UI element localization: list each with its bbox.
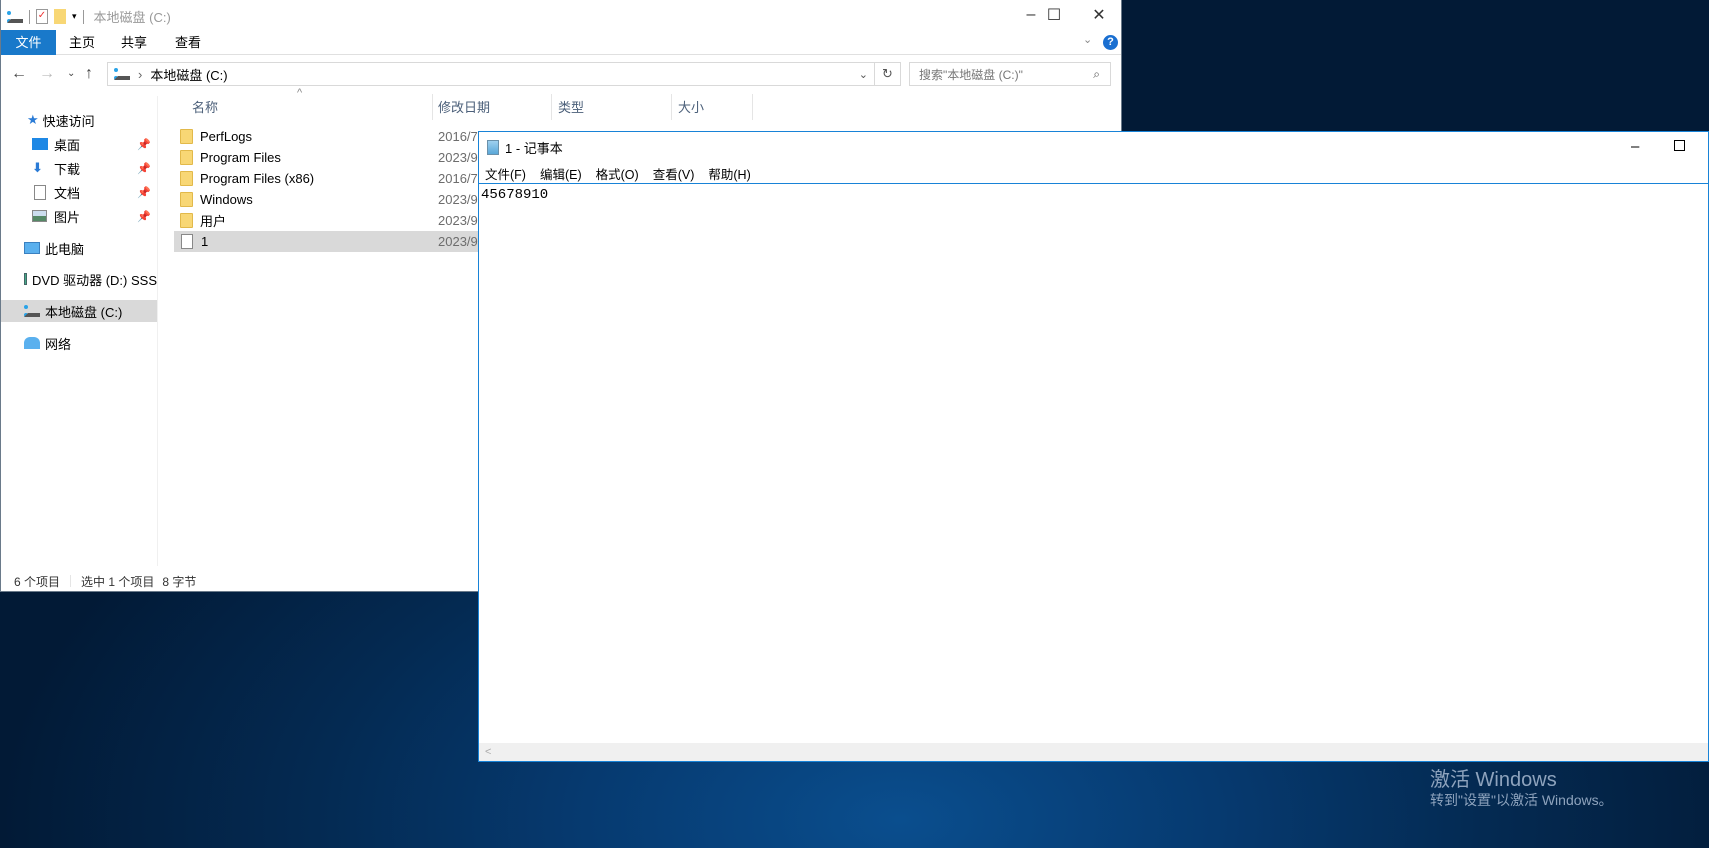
- refresh-button[interactable]: ↻: [874, 62, 901, 86]
- notepad-content: 45678910: [481, 187, 549, 203]
- forward-button[interactable]: →: [39, 62, 55, 86]
- file-row[interactable]: PerfLogs 2016/7: [174, 126, 494, 147]
- column-header-type[interactable]: 类型: [558, 96, 584, 120]
- dvd-icon: [24, 273, 28, 285]
- tab-share[interactable]: 共享: [111, 30, 157, 55]
- file-row[interactable]: Windows 2023/9: [174, 189, 494, 210]
- window-title: 本地磁盘 (C:): [93, 10, 171, 25]
- folder-icon: [180, 129, 193, 144]
- scroll-left-icon[interactable]: <: [485, 746, 491, 758]
- column-header-date[interactable]: 修改日期: [438, 96, 490, 120]
- menu-view[interactable]: 查看(V): [653, 164, 695, 183]
- folder-icon: [180, 150, 193, 165]
- file-row[interactable]: Program Files (x86) 2016/7: [174, 168, 494, 189]
- notepad-title: 1 - 记事本: [505, 140, 563, 156]
- item-count: 6 个项目: [14, 574, 61, 589]
- notepad-icon: [487, 139, 499, 155]
- notepad-window: 1 - 记事本 – 文件(F) 编辑(E) 格式(O) 查看(V) 帮助(H) …: [478, 131, 1709, 762]
- close-button[interactable]: ✕: [1076, 0, 1122, 30]
- address-bar[interactable]: › 本地磁盘 (C:) ⌄: [107, 62, 875, 86]
- address-text: 本地磁盘 (C:): [150, 67, 228, 83]
- pin-icon[interactable]: 📌: [137, 138, 151, 151]
- file-row[interactable]: 1 2023/9: [174, 231, 494, 252]
- up-button[interactable]: ↑: [85, 62, 93, 86]
- explorer-title-bar: ✓ ▾ 本地磁盘 (C:) – ☐ ✕: [1, 0, 1121, 30]
- star-icon: ★: [27, 112, 39, 127]
- customize-quick-access-icon[interactable]: ▾: [72, 11, 77, 22]
- sidebar-item-quick-access[interactable]: ★ 快速访问: [1, 109, 157, 131]
- pictures-icon: [32, 210, 47, 222]
- search-icon: ⌕: [1093, 66, 1100, 81]
- column-divider[interactable]: [752, 94, 753, 120]
- documents-icon: [34, 184, 46, 200]
- expand-ribbon-icon[interactable]: ⌄: [1083, 33, 1092, 46]
- new-folder-icon[interactable]: [54, 9, 66, 24]
- file-row[interactable]: Program Files 2023/9: [174, 147, 494, 168]
- column-divider[interactable]: [551, 94, 552, 120]
- maximize-button[interactable]: ☐: [1031, 0, 1077, 30]
- drive-icon: [7, 10, 23, 23]
- pin-icon[interactable]: 📌: [137, 186, 151, 199]
- folder-icon: [180, 192, 193, 207]
- computer-icon: [24, 242, 40, 254]
- text-file-icon: [181, 234, 193, 249]
- folder-icon: [180, 213, 193, 228]
- drive-icon: [114, 68, 130, 80]
- sidebar-item-documents[interactable]: 文档 📌: [1, 181, 157, 203]
- download-icon: ⬇: [32, 160, 43, 175]
- column-header-name[interactable]: 名称: [192, 96, 218, 120]
- navigation-bar: ← → ⌄ ↑ › 本地磁盘 (C:) ⌄ ↻ 搜索"本地磁盘 (C:)" ⌕: [1, 62, 1121, 86]
- notepad-menu-bar: 文件(F) 编辑(E) 格式(O) 查看(V) 帮助(H): [485, 162, 751, 184]
- menu-file[interactable]: 文件(F): [485, 164, 526, 183]
- drive-icon: [24, 305, 40, 317]
- breadcrumb-chevron-icon: ›: [138, 66, 143, 82]
- notepad-title-bar: 1 - 记事本 –: [479, 132, 1708, 162]
- search-input[interactable]: 搜索"本地磁盘 (C:)" ⌕: [909, 62, 1111, 86]
- notepad-text-area[interactable]: 45678910: [479, 183, 1708, 743]
- horizontal-scrollbar[interactable]: <: [479, 743, 1708, 761]
- activation-watermark-text: 转到"设置"以激活 Windows。: [1430, 792, 1613, 808]
- activation-watermark-title: 激活 Windows: [1430, 769, 1557, 791]
- column-header-size[interactable]: 大小: [678, 96, 704, 120]
- minimize-button[interactable]: –: [1631, 138, 1639, 155]
- selected-size: 8 字节: [162, 574, 197, 589]
- network-icon: [24, 337, 40, 349]
- folder-icon: [180, 171, 193, 186]
- address-dropdown-icon[interactable]: ⌄: [859, 68, 868, 81]
- pin-icon[interactable]: 📌: [137, 162, 151, 175]
- file-row[interactable]: 用户 2023/9: [174, 210, 494, 231]
- pin-icon[interactable]: 📌: [137, 210, 151, 223]
- tab-home[interactable]: 主页: [59, 30, 105, 55]
- tab-view[interactable]: 查看: [165, 30, 211, 55]
- sidebar-item-desktop[interactable]: 桌面 📌: [1, 133, 157, 155]
- recent-locations-button[interactable]: ⌄: [67, 62, 75, 86]
- sidebar-item-network[interactable]: 网络: [1, 332, 157, 354]
- status-bar: 6 个项目 选中 1 个项目 8 字节: [1, 572, 196, 590]
- menu-help[interactable]: 帮助(H): [708, 164, 750, 183]
- menu-format[interactable]: 格式(O): [596, 164, 639, 183]
- search-placeholder: 搜索"本地磁盘 (C:)": [919, 67, 1023, 82]
- column-divider[interactable]: [671, 94, 672, 120]
- column-divider[interactable]: [432, 94, 433, 120]
- tab-file[interactable]: 文件: [1, 30, 56, 55]
- sidebar-item-pictures[interactable]: 图片 📌: [1, 205, 157, 227]
- sidebar-item-local-disk[interactable]: 本地磁盘 (C:): [1, 300, 157, 322]
- navigation-pane: ★ 快速访问 桌面 📌 ⬇ 下载 📌 文档 📌 图片 📌 此电脑 DVD 驱动器 (D:) …: [1, 96, 158, 566]
- ribbon-tabs: 文件 主页 共享 查看 ⌄ ?: [1, 30, 1121, 55]
- back-button[interactable]: ←: [11, 62, 27, 86]
- sort-ascending-icon: ^: [297, 87, 303, 99]
- desktop-icon: [32, 138, 48, 150]
- maximize-button[interactable]: [1674, 140, 1685, 151]
- selected-count: 选中 1 个项目: [81, 574, 155, 589]
- sidebar-item-this-pc[interactable]: 此电脑: [1, 237, 157, 259]
- help-icon[interactable]: ?: [1103, 35, 1118, 50]
- properties-icon[interactable]: ✓: [36, 9, 48, 24]
- sidebar-item-dvd-drive[interactable]: DVD 驱动器 (D:) SSS: [1, 268, 157, 290]
- sidebar-item-downloads[interactable]: ⬇ 下载 📌: [1, 157, 157, 179]
- menu-edit[interactable]: 编辑(E): [540, 164, 582, 183]
